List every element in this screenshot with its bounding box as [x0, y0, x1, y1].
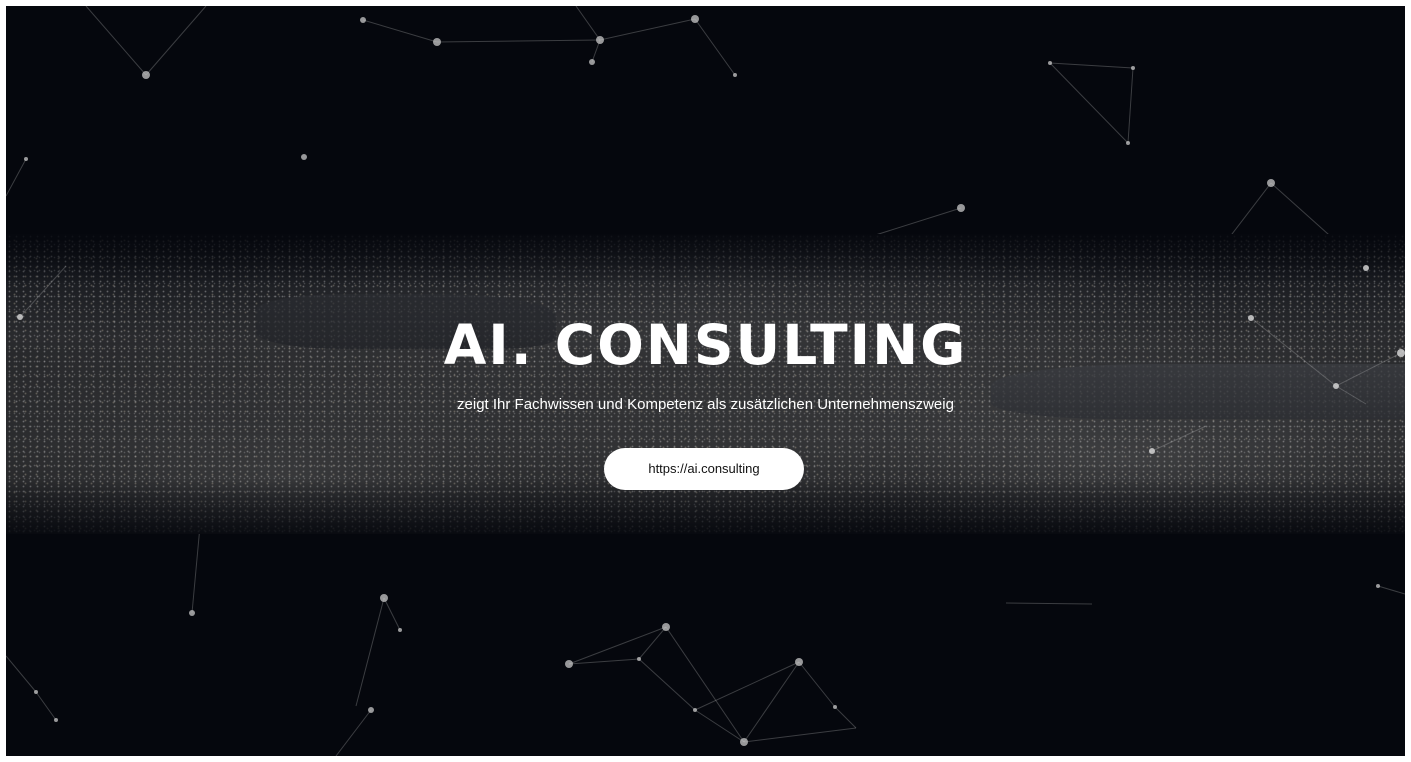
hero-banner: AI. CONSULTING zeigt Ihr Fachwissen und …	[6, 6, 1405, 756]
hero-content: AI. CONSULTING zeigt Ihr Fachwissen und …	[6, 6, 1405, 756]
website-link-button[interactable]: https://ai.consulting	[604, 448, 804, 490]
page-subtitle: zeigt Ihr Fachwissen und Kompetenz als z…	[457, 396, 954, 413]
page-title: AI. CONSULTING	[443, 313, 968, 377]
